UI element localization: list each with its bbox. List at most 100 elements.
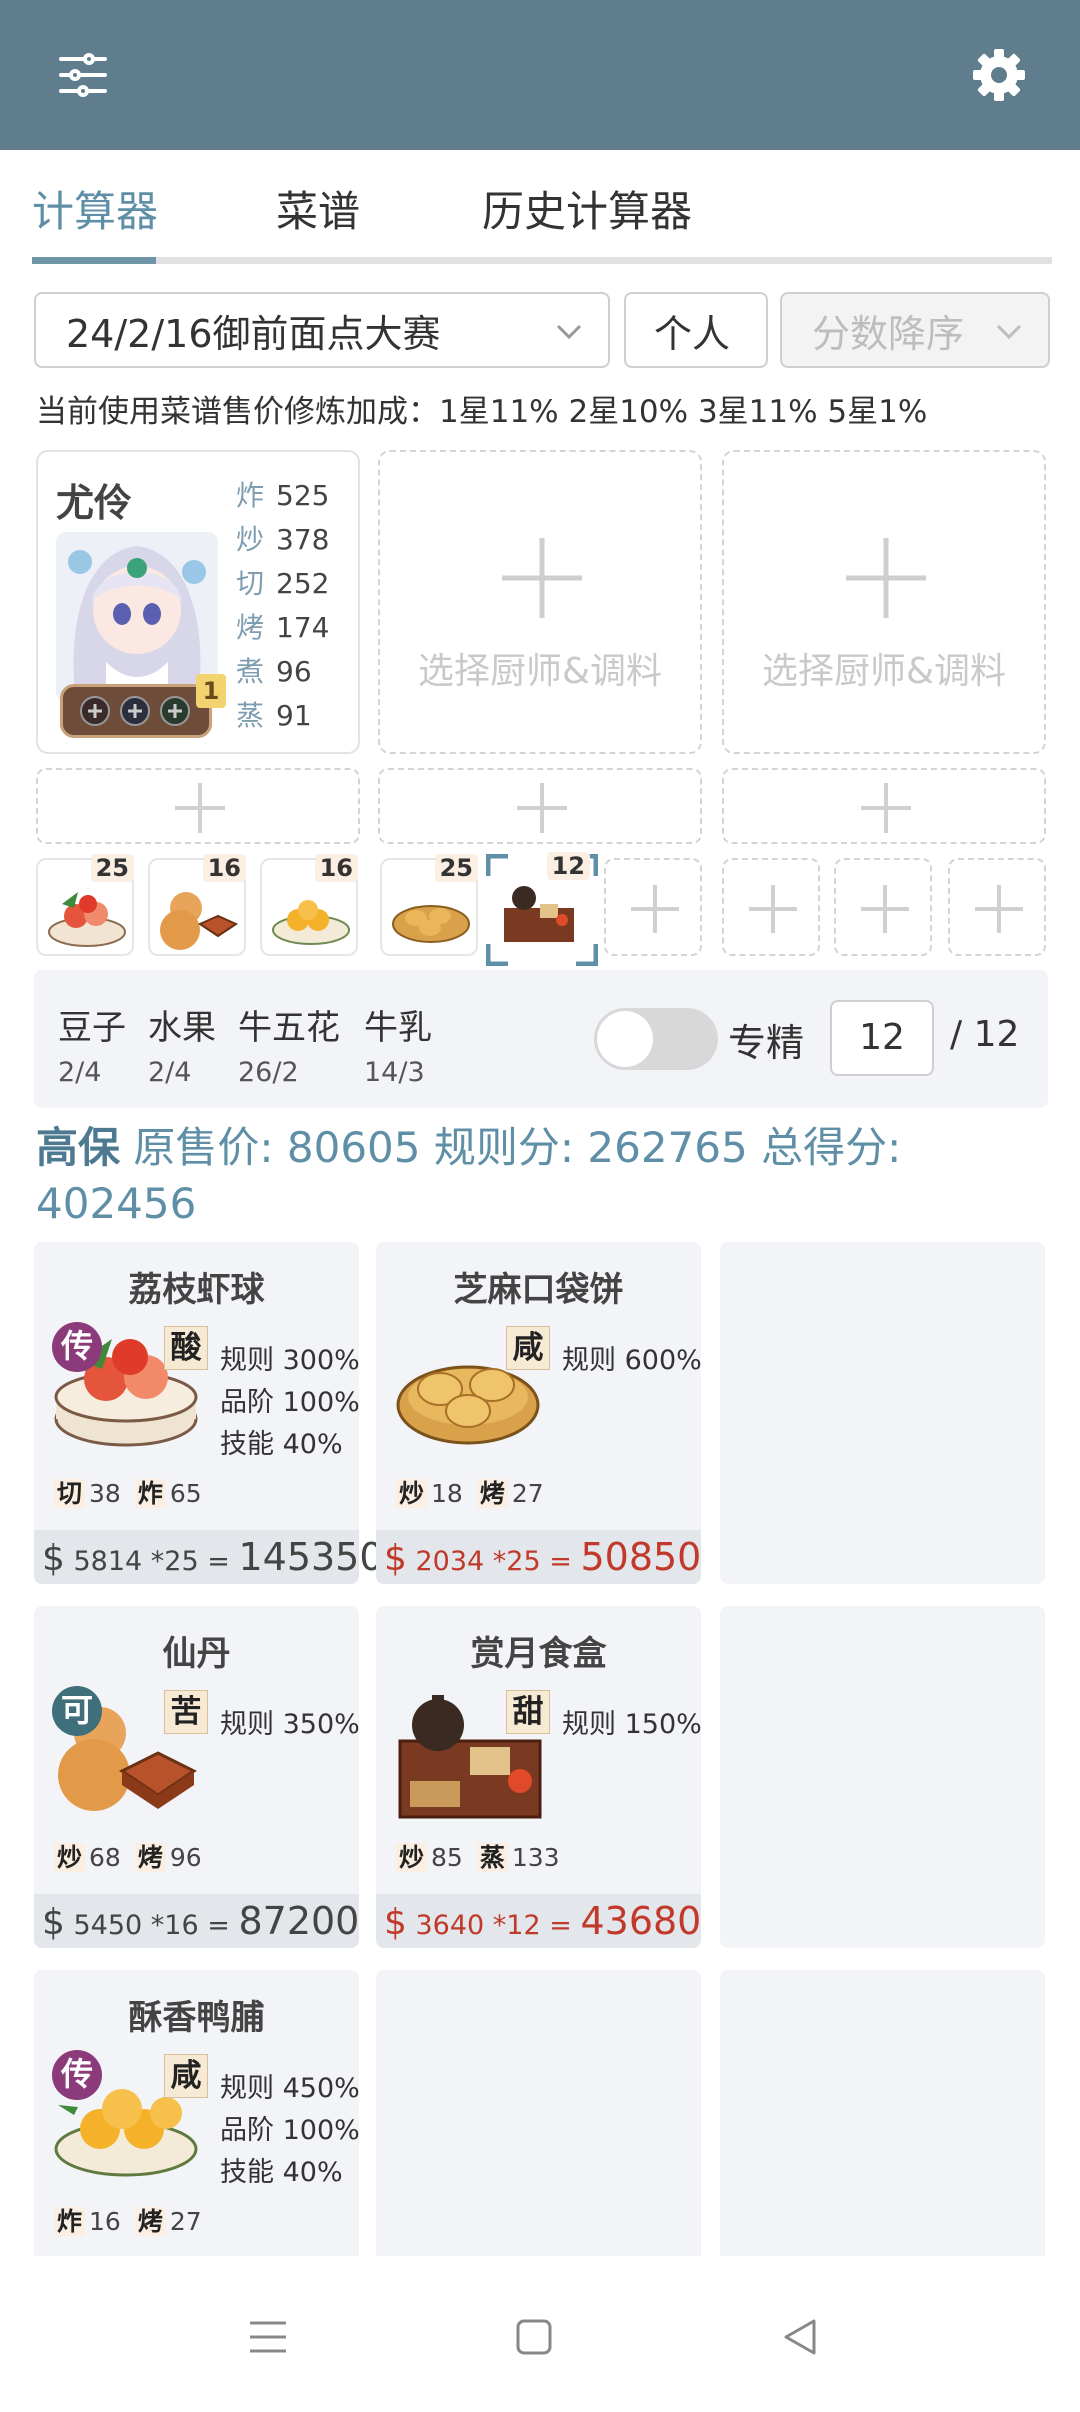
plus-icon xyxy=(502,538,582,618)
recipe-slot[interactable]: 16 xyxy=(260,854,358,956)
slot-count: 16 xyxy=(202,854,246,882)
material-item: 牛五花 26/2 xyxy=(238,1008,340,1088)
contest-select[interactable]: 24/2/16御前面点大赛 xyxy=(34,292,610,368)
recipe-rule: 规则 450% xyxy=(220,2073,360,2104)
chef-stat: 炸 525 xyxy=(236,479,330,512)
recipe-title: 芝麻口袋饼 xyxy=(453,1270,624,1310)
plus-icon xyxy=(517,783,567,833)
slot-count: 25 xyxy=(90,854,134,882)
material-item: 豆子 2/4 xyxy=(58,1008,126,1088)
quality-label: 高保 xyxy=(36,1123,121,1172)
recipe-slot-empty[interactable] xyxy=(604,858,702,956)
recipe-skills: 炒 18 烤 27 xyxy=(396,1474,544,1510)
mode-button[interactable]: 个人 xyxy=(624,292,768,368)
recipe-skills: 炒 68 烤 96 xyxy=(54,1838,202,1874)
original-price-value: 80605 xyxy=(286,1123,421,1172)
recipe-slot-empty[interactable] xyxy=(834,858,932,956)
recipe-card[interactable]: 芝麻口袋饼 咸 规则 600% 炒 18 烤 27 $ 2034 *25 = 5085… xyxy=(376,1242,702,1584)
equip-slot-1[interactable] xyxy=(36,768,360,844)
recipe-skills: 炸 16 烤 27 xyxy=(54,2202,202,2238)
plus-icon xyxy=(846,538,926,618)
recipe-slot-empty[interactable] xyxy=(948,858,1046,956)
recipe-slot-selected[interactable]: 12 xyxy=(486,852,598,966)
chef-name: 尤伶 xyxy=(56,481,133,525)
plus-icon xyxy=(749,885,797,933)
mastery-input[interactable]: 12 xyxy=(830,1000,934,1076)
recipe-skills: 炒 85 蒸 133 xyxy=(396,1838,560,1874)
plus-icon xyxy=(861,885,909,933)
recipe-slot[interactable]: 25 xyxy=(36,854,134,956)
recipe-card-empty[interactable] xyxy=(376,1970,701,2256)
chef-stat: 炒 378 xyxy=(236,523,330,556)
recipe-card-empty[interactable] xyxy=(720,1606,1045,1948)
dish-lychee-shrimp-icon xyxy=(48,892,126,947)
app-bar xyxy=(0,0,1080,150)
taste-tag: 酸 xyxy=(164,1326,208,1370)
sort-select[interactable]: 分数降序 xyxy=(780,292,1050,368)
rule-score-value: 262765 xyxy=(587,1123,748,1172)
chevron-down-icon xyxy=(556,324,582,340)
recipe-rule: 技能 40% xyxy=(220,2157,343,2188)
recipe-rule: 规则 150% xyxy=(562,1709,702,1740)
recipe-card-empty[interactable] xyxy=(720,1970,1045,2256)
recipe-title: 仙丹 xyxy=(162,1634,231,1674)
slot-count: 16 xyxy=(314,854,358,882)
tab-bar: 计算器 菜谱 历史计算器 xyxy=(32,150,1052,264)
recipe-slot[interactable]: 25 xyxy=(380,854,478,956)
recipe-card-empty[interactable] xyxy=(720,1242,1045,1584)
dish-mooncake-box-icon xyxy=(504,886,574,942)
sliders-icon[interactable] xyxy=(38,30,128,120)
chef-stat: 切 252 xyxy=(236,567,330,600)
gear-icon[interactable] xyxy=(954,30,1044,120)
back-triangle-icon[interactable] xyxy=(770,2307,830,2367)
recipe-slot[interactable]: 16 xyxy=(148,854,246,956)
chef-stat: 蒸 91 xyxy=(236,699,312,732)
recipe-rule: 规则 600% xyxy=(562,1345,702,1376)
tab-recipes[interactable]: 菜谱 xyxy=(276,178,360,239)
recipe-price: $ 5814 *25 = 145350 xyxy=(34,1530,384,1584)
material-item: 牛乳 14/3 xyxy=(364,1008,432,1088)
material-item: 水果 2/4 xyxy=(148,1008,216,1088)
materials-panel: 豆子 2/4 水果 2/4 牛五花 26/2 牛乳 14/3 专精 12 / 12 xyxy=(34,970,1048,1108)
recipe-slot-empty[interactable] xyxy=(722,858,820,956)
recipe-skills: 切 38 炸 65 xyxy=(54,1474,202,1510)
plus-icon xyxy=(631,885,679,933)
tab-underline xyxy=(32,257,1052,264)
system-nav-bar xyxy=(0,2262,1080,2412)
total-score-label: 总得分: xyxy=(761,1123,902,1172)
chef-stat: 烤 174 xyxy=(236,611,330,644)
plus-icon xyxy=(861,783,911,833)
chef-card[interactable]: 尤伶 1 炸 525 炒 378 切 252 烤 174 煮 96 蒸 91 xyxy=(36,450,360,754)
score-summary: 高保 原售价: 80605 规则分: 262765 总得分: 402456 xyxy=(36,1120,1046,1232)
recipe-card[interactable]: 荔枝虾球 传 酸 规则 300% 品阶 100% 技能 40% 切 38 炸 65 $… xyxy=(34,1242,384,1584)
mastery-toggle[interactable] xyxy=(594,1008,718,1070)
tab-history-calculator[interactable]: 历史计算器 xyxy=(482,178,692,239)
tab-active-indicator xyxy=(32,257,156,264)
select-chef-slot-2[interactable]: 选择厨师&调料 xyxy=(378,450,702,754)
recipe-rule: 规则 350% xyxy=(220,1709,360,1740)
recipe-card[interactable]: 酥香鸭脯 传 咸 规则 450% 品阶 100% 技能 40% 炸 16 烤 27 xyxy=(34,1970,360,2256)
select-chef-label: 选择厨师&调料 xyxy=(761,651,1007,692)
dish-crispy-duck-icon xyxy=(272,900,350,945)
chef-stat: 煮 96 xyxy=(236,655,312,688)
home-square-icon[interactable] xyxy=(504,2307,564,2367)
recipe-card[interactable]: 仙丹 可 苦 规则 350% 炒 68 烤 96 $ 5450 *16 = 87200 xyxy=(34,1606,360,1948)
seasoning-slots[interactable] xyxy=(60,684,212,738)
total-score-value: 402456 xyxy=(36,1179,197,1228)
tab-calculator[interactable]: 计算器 xyxy=(32,178,158,239)
mode-label: 个人 xyxy=(654,311,731,356)
recipe-price: $ 2034 *25 = 50850 xyxy=(376,1530,701,1584)
dish-xiandan-icon xyxy=(160,892,239,950)
original-price-label: 原售价: xyxy=(133,1123,274,1172)
taste-tag: 咸 xyxy=(164,2054,208,2098)
equip-slot-2[interactable] xyxy=(378,768,702,844)
equip-slot-3[interactable] xyxy=(722,768,1046,844)
contest-select-value: 24/2/16御前面点大赛 xyxy=(66,311,441,356)
rarity-badge: 可 xyxy=(52,1686,102,1736)
select-chef-slot-3[interactable]: 选择厨师&调料 xyxy=(722,450,1046,754)
mastery-total: / 12 xyxy=(950,1014,1020,1055)
plus-icon xyxy=(975,885,1023,933)
recipe-card[interactable]: 赏月食盒 甜 规则 150% 炒 85 蒸 133 $ 3640 *12 = 4368… xyxy=(376,1606,702,1948)
menu-icon[interactable] xyxy=(238,2307,298,2367)
chevron-down-icon xyxy=(996,324,1022,340)
